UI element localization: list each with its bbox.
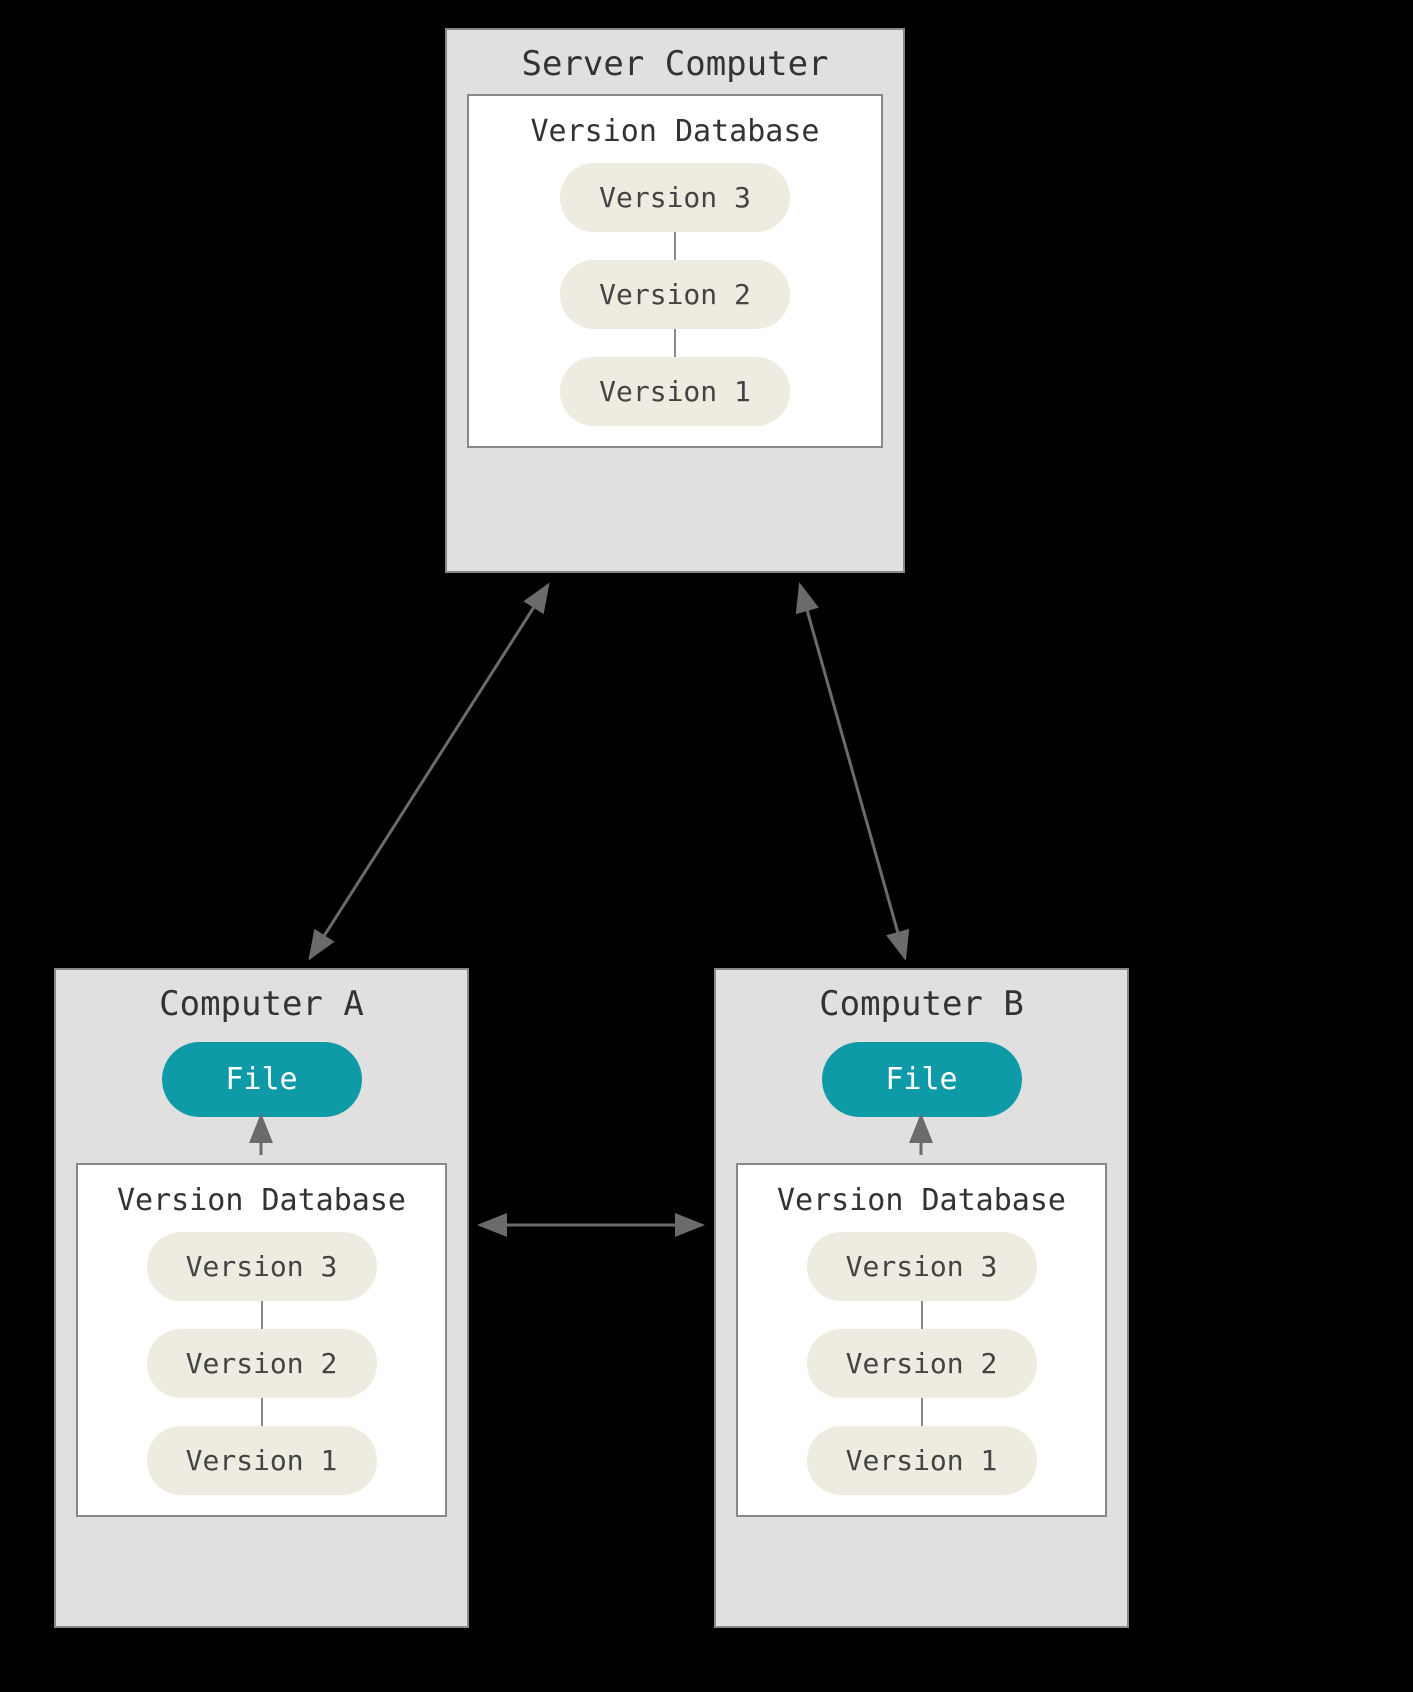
computer-b-version-1: Version 1 [807,1426,1037,1495]
connector-line [261,1398,263,1426]
computer-a-version-database: Version Database Version 3 Version 2 Ver… [76,1163,447,1517]
connector-line [921,1398,923,1426]
computer-b-file: File [822,1042,1022,1117]
computer-b-title: Computer B [716,970,1127,1034]
computer-a-version-2: Version 2 [147,1329,377,1398]
computer-a-version-1: Version 1 [147,1426,377,1495]
server-version-3: Version 3 [560,163,790,232]
computer-b-db-title: Version Database [758,1177,1085,1232]
computer-a-version-3: Version 3 [147,1232,377,1301]
connector-line [674,329,676,357]
server-version-2: Version 2 [560,260,790,329]
server-computer-box: Server Computer Version Database Version… [445,28,905,573]
server-version-1: Version 1 [560,357,790,426]
connector-line [261,1301,263,1329]
connector-line [674,232,676,260]
arrow-server-to-b [800,585,905,958]
server-version-database: Version Database Version 3 Version 2 Ver… [467,94,883,448]
arrow-server-to-a [310,585,548,958]
server-db-title: Version Database [489,108,861,163]
computer-b-version-2: Version 2 [807,1329,1037,1398]
connector-line [921,1301,923,1329]
server-title: Server Computer [447,30,903,94]
computer-b-version-3: Version 3 [807,1232,1037,1301]
computer-a-file: File [162,1042,362,1117]
computer-a-title: Computer A [56,970,467,1034]
computer-a-box: Computer A File Version Database Version… [54,968,469,1628]
computer-a-db-title: Version Database [98,1177,425,1232]
computer-b-version-database: Version Database Version 3 Version 2 Ver… [736,1163,1107,1517]
computer-b-box: Computer B File Version Database Version… [714,968,1129,1628]
